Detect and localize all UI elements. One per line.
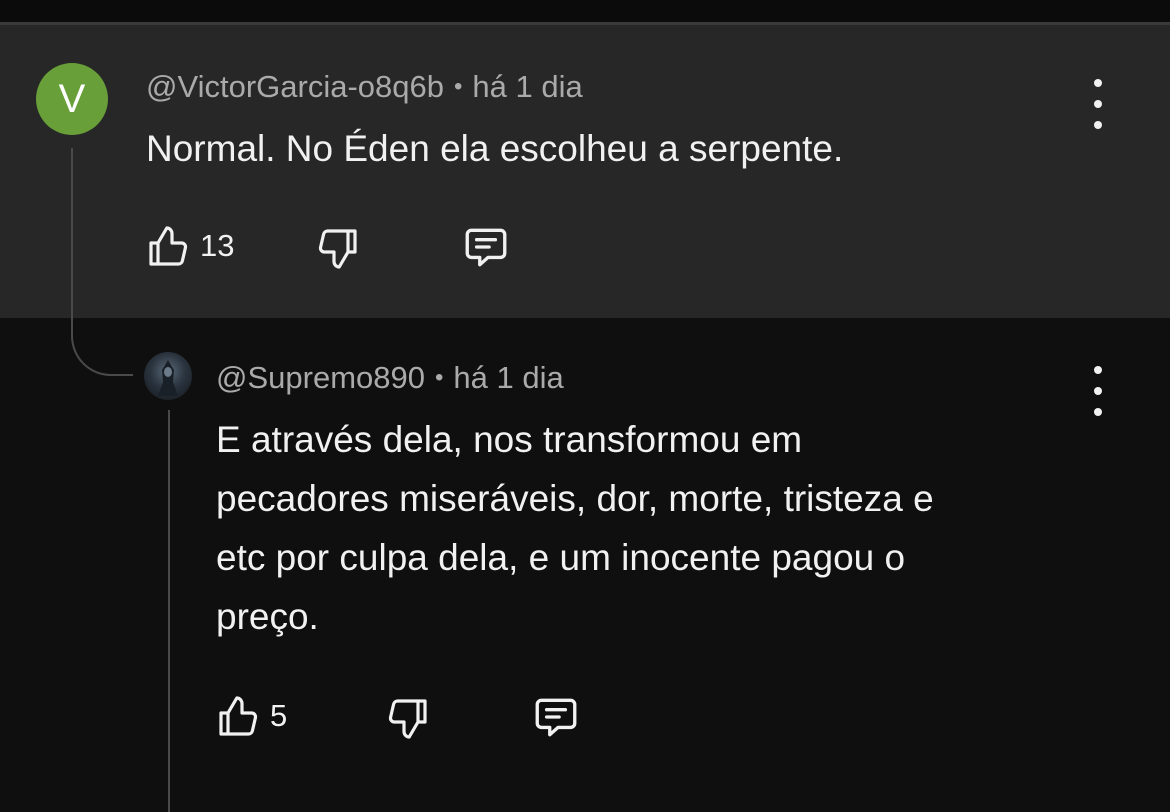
dislike-button[interactable] (314, 225, 362, 273)
comment-text: Normal. No Éden ela escolheu a serpente. (146, 128, 844, 169)
reply-meta: @Supremo890 • há 1 dia (216, 360, 564, 396)
avatar-image (158, 360, 178, 396)
reply-text: E através dela, nos transformou em pecad… (216, 410, 1116, 646)
reply-text-line: E através dela, nos transformou em (216, 419, 803, 460)
meta-separator: • (434, 364, 444, 391)
reply-button[interactable] (531, 692, 581, 742)
like-button[interactable]: 13 (144, 222, 234, 270)
comment-meta: @VictorGarcia-o8q6b • há 1 dia (146, 69, 583, 105)
like-icon (149, 226, 188, 266)
reply-button[interactable] (461, 222, 511, 272)
reply-icon (465, 228, 507, 267)
meta-separator: • (453, 73, 463, 100)
reply-time[interactable]: há 1 dia (453, 360, 563, 395)
more-vert-icon[interactable] (1088, 79, 1108, 129)
like-count: 5 (270, 698, 288, 733)
reply-text-line: preço. (216, 596, 319, 637)
comment-time[interactable]: há 1 dia (472, 69, 582, 104)
thread-connector (71, 300, 133, 376)
like-count: 13 (200, 228, 235, 263)
reply-avatar[interactable] (144, 352, 192, 400)
reply-thread-line (168, 410, 170, 812)
dislike-button[interactable] (384, 695, 432, 743)
like-icon (219, 696, 258, 736)
like-button[interactable]: 5 (214, 692, 287, 740)
more-vert-icon[interactable] (1088, 366, 1108, 416)
reply-author[interactable]: @Supremo890 (216, 360, 425, 395)
reply-text-line: etc por culpa dela, e um inocente pagou … (216, 537, 906, 578)
reply-icon (535, 698, 577, 737)
comments-view: V @VictorGarcia-o8q6b • há 1 dia Normal. N… (0, 0, 1170, 812)
top-strip (0, 0, 1170, 22)
avatar[interactable]: V (36, 63, 108, 135)
reply-text-line: pecadores miseráveis, dor, morte, triste… (216, 478, 934, 519)
comment-author[interactable]: @VictorGarcia-o8q6b (146, 69, 444, 104)
dislike-icon (388, 699, 427, 739)
dislike-icon (318, 229, 357, 269)
